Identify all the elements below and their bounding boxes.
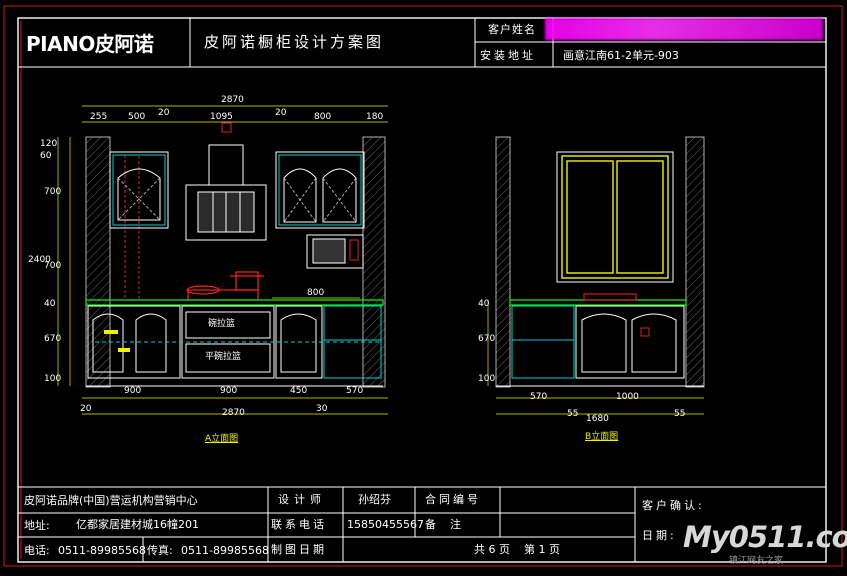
dim-b-bottom-extra-2: 55 [674, 409, 686, 419]
dim-a-top-1: 255 [90, 112, 108, 122]
dim-a-top-4: 20 [275, 108, 287, 118]
customer-name-redaction [545, 18, 823, 40]
brand-logo: PIANO皮阿诺 [26, 32, 154, 56]
dim-b-bottom-1: 570 [530, 392, 548, 402]
countertop-a [85, 299, 384, 306]
dim-b-left-3: 100 [478, 374, 496, 384]
dim-a-bottom-2: 900 [220, 386, 238, 396]
page-count: 共 6 页 第 1 页 [474, 543, 560, 556]
left-wall-b [495, 136, 511, 388]
footer-fax-value: 0511-89985568 [181, 544, 269, 557]
cooktop [186, 271, 264, 301]
dim-b-bottom-extra-1: 55 [567, 409, 579, 419]
elevation-b [487, 136, 705, 415]
dim-a-counter: 800 [307, 288, 325, 298]
address-value: 画意江南61-2单元-903 [563, 49, 679, 62]
dim-a-left-total: 2400 [28, 255, 51, 265]
dim-b-left-1: 40 [478, 299, 490, 309]
address-label: 安装地址 [480, 49, 536, 62]
contact-label: 联系电话 [271, 518, 327, 531]
confirm-date-label: 日期: [642, 529, 677, 542]
dim-a-bottom-total: 2870 [222, 408, 245, 418]
customer-confirm-label: 客户确认: [642, 499, 705, 512]
drawing-date-label: 制图日期 [271, 543, 327, 556]
dim-a-left-6: 670 [44, 334, 62, 344]
dim-a-bottom-extra-2: 30 [316, 404, 328, 414]
contract-label: 合同编号 [425, 493, 481, 506]
dim-b-bottom-2: 1000 [616, 392, 639, 402]
drawer-label-2: 平碗拉篮 [205, 352, 242, 362]
watermark-subtitle: 镇江网友之家 [729, 556, 784, 566]
upper-cabinet-right [275, 151, 365, 229]
footer-address-value: 亿都家居建材城16幢201 [76, 518, 199, 531]
remark-label: 备注 [425, 518, 475, 531]
right-wall-b [685, 136, 705, 388]
dim-a-bottom-4: 570 [346, 386, 364, 396]
dim-a-left-2: 60 [40, 151, 52, 161]
base-cabinet-b-left [511, 305, 575, 379]
left-wall [85, 136, 111, 388]
outer-frame [17, 17, 827, 563]
cad-drawing-canvas [3, 5, 843, 567]
dim-a-top-3: 1095 [210, 112, 233, 122]
footer-fax-label: 传真: [147, 544, 173, 557]
dim-a-bottom-extra-1: 20 [80, 404, 92, 414]
dimension-lines-b [487, 300, 704, 415]
contact-value: 15850455567 [347, 518, 424, 531]
footer-address-label: 地址: [24, 519, 50, 532]
customer-name-label: 客户姓名 [488, 23, 536, 36]
dim-a-bottom-3: 450 [290, 386, 308, 396]
dim-b-bottom-total: 1680 [586, 414, 609, 424]
dim-a-top-total: 2870 [221, 95, 244, 105]
right-wall [362, 136, 386, 388]
dim-a-left-1: 120 [40, 139, 58, 149]
footer-phone-label: 电话: [24, 544, 50, 557]
range-hood [185, 144, 267, 241]
designer-value: 孙绍芬 [358, 493, 391, 506]
elevation-b-caption: B立面图 [585, 432, 619, 442]
elevation-a-caption: A立面图 [205, 434, 239, 444]
dim-a-top-6: 180 [366, 112, 384, 122]
designer-label: 设计师 [278, 493, 326, 506]
elevation-a [57, 105, 388, 415]
countertop-b [509, 299, 687, 306]
dim-a-left-7: 100 [44, 374, 62, 384]
window [556, 151, 674, 283]
microwave [306, 234, 364, 269]
dim-a-bottom-1: 900 [124, 386, 142, 396]
company-name: 皮阿诺品牌(中国)营运机构营销中心 [24, 494, 198, 507]
page-title: 皮阿诺橱柜设计方案图 [204, 33, 385, 51]
dim-a-top-2: 500 [128, 112, 146, 122]
dim-a-top-5: 800 [314, 112, 332, 122]
dim-a-top-7: 20 [158, 108, 170, 118]
dim-b-left-2: 670 [478, 334, 496, 344]
outer-red-border [3, 5, 843, 567]
footer-phone-value: 0511-89985568 [58, 544, 146, 557]
dim-a-left-3: 700 [44, 187, 62, 197]
drawer-label-1: 碗拉篮 [208, 319, 236, 329]
dim-a-left-5: 40 [44, 299, 56, 309]
watermark-logo: My0511.com [683, 520, 847, 554]
